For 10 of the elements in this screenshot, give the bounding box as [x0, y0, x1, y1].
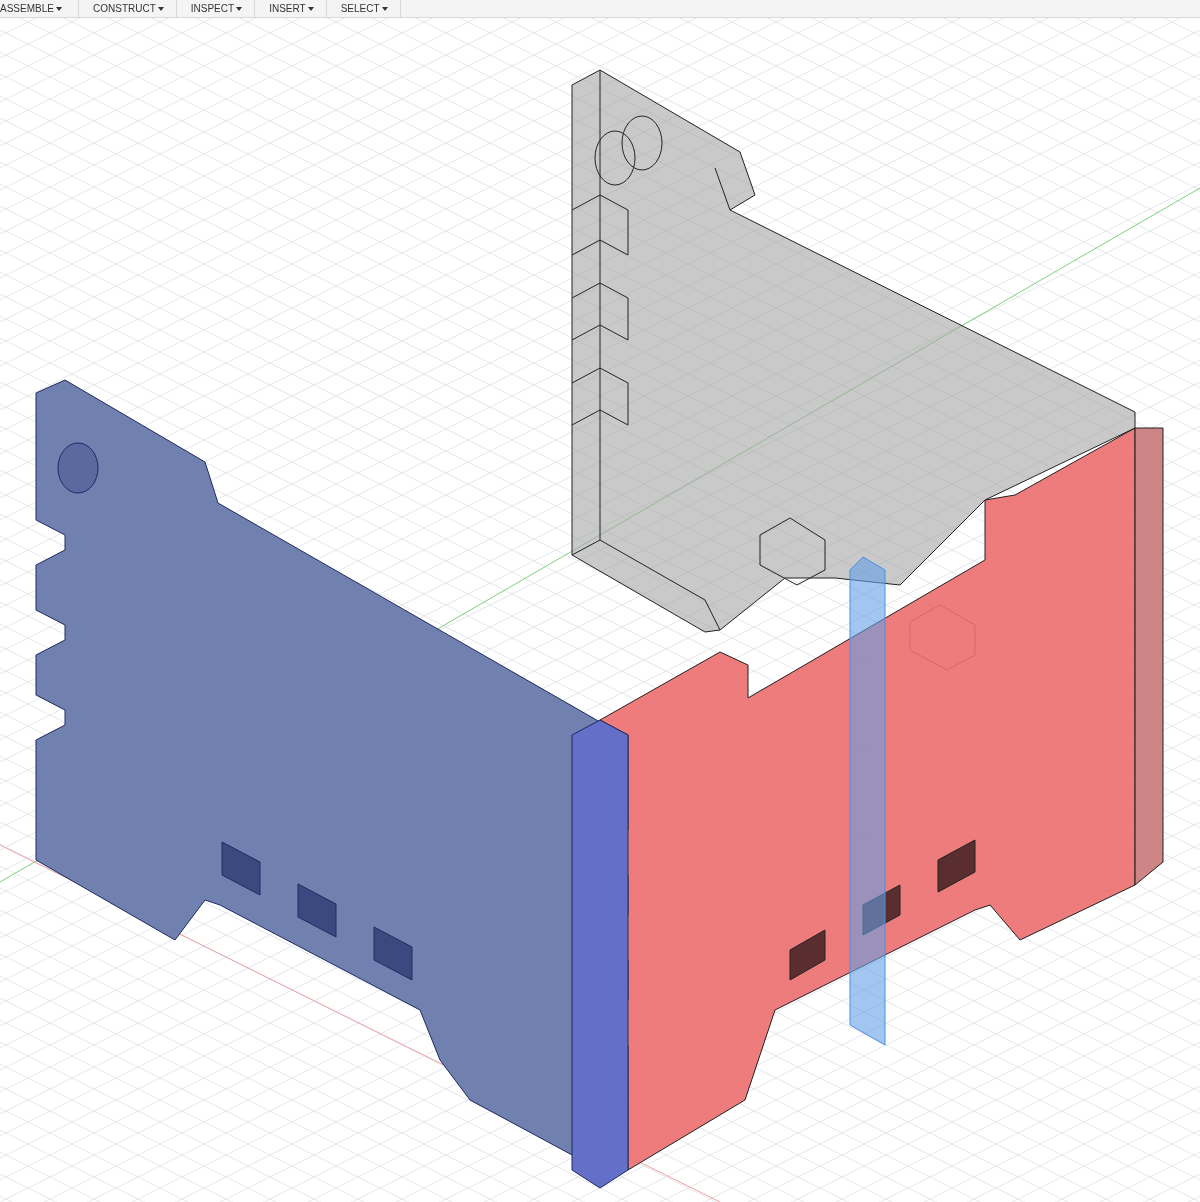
menu-button[interactable]: SELECT [326, 0, 401, 18]
menu-button[interactable]: INSPECT [176, 0, 256, 18]
caret-icon [307, 6, 314, 11]
menu-button[interactable]: INSERT [255, 0, 327, 18]
menu-button[interactable]: ASSEMBLE [0, 0, 79, 18]
caret-icon [236, 6, 243, 11]
caret-icon [55, 6, 62, 11]
caret-icon [157, 6, 164, 11]
caret-icon [381, 6, 388, 11]
menu-button[interactable]: CONSTRUCT [79, 0, 177, 18]
